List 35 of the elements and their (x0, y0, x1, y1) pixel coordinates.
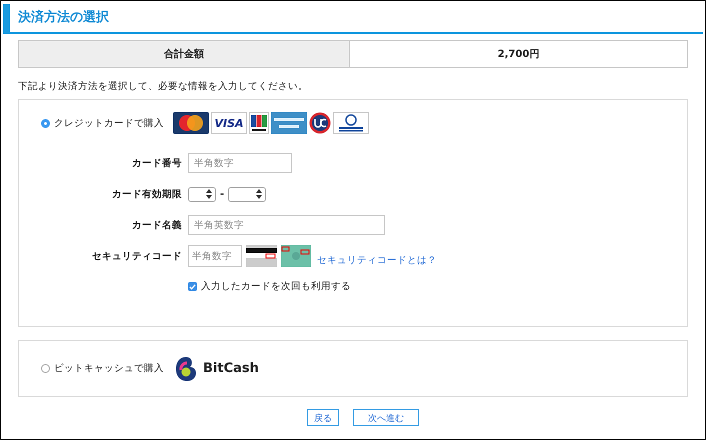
nav-button[interactable]: 次へ進む (353, 409, 419, 426)
card-front-icon (281, 245, 311, 267)
credit-card-option-label[interactable]: クレジットカードで購入 (54, 116, 164, 130)
nav-button[interactable]: 戻る (307, 409, 339, 426)
radio-button[interactable] (41, 118, 50, 128)
checkbox[interactable] (188, 282, 197, 291)
year-select[interactable] (228, 186, 266, 202)
amex-logo-icon (271, 112, 307, 134)
bitcash-logo-text: BitCash (203, 361, 259, 376)
month-select[interactable] (188, 186, 216, 202)
security-code-help-link[interactable]: セキュリティコードとは？ (317, 254, 437, 266)
field-label: カード有効期限 (111, 188, 183, 200)
total-label: 合計金額 (19, 41, 350, 67)
field-label: セキュリティコード (91, 250, 183, 262)
security-code-field[interactable]: 半角数字 (188, 245, 242, 267)
field-label: カード名義 (131, 218, 183, 232)
jcb-logo-icon (249, 112, 269, 134)
bitcash-logo-icon (175, 356, 197, 382)
separator-text: - (220, 188, 224, 200)
total-value: 2,700円 (496, 48, 540, 62)
page-title: 決済方法の選択 (3, 4, 703, 34)
updown-arrows-icon (256, 189, 262, 199)
text-input-field[interactable]: 半角英数字 (188, 215, 385, 235)
mastercard-logo-icon (173, 112, 209, 134)
card-back-icon (246, 245, 277, 267)
visa-logo: VISA (211, 112, 247, 134)
instruction-text: 下記より決済方法を選択して、必要な情報を入力してください。 (18, 80, 309, 93)
uc-logo-icon (309, 112, 331, 134)
diners-logo-icon (333, 112, 369, 134)
text-input-field[interactable]: 半角数字 (188, 153, 292, 173)
bitcash-option-label[interactable]: ビットキャッシュで購入 (54, 362, 164, 375)
field-label: カード番号 (131, 156, 183, 170)
radio-button[interactable] (41, 364, 50, 373)
updown-arrows-icon (206, 189, 212, 199)
remember-card-label[interactable]: 入力したカードを次回も利用する (201, 280, 351, 293)
